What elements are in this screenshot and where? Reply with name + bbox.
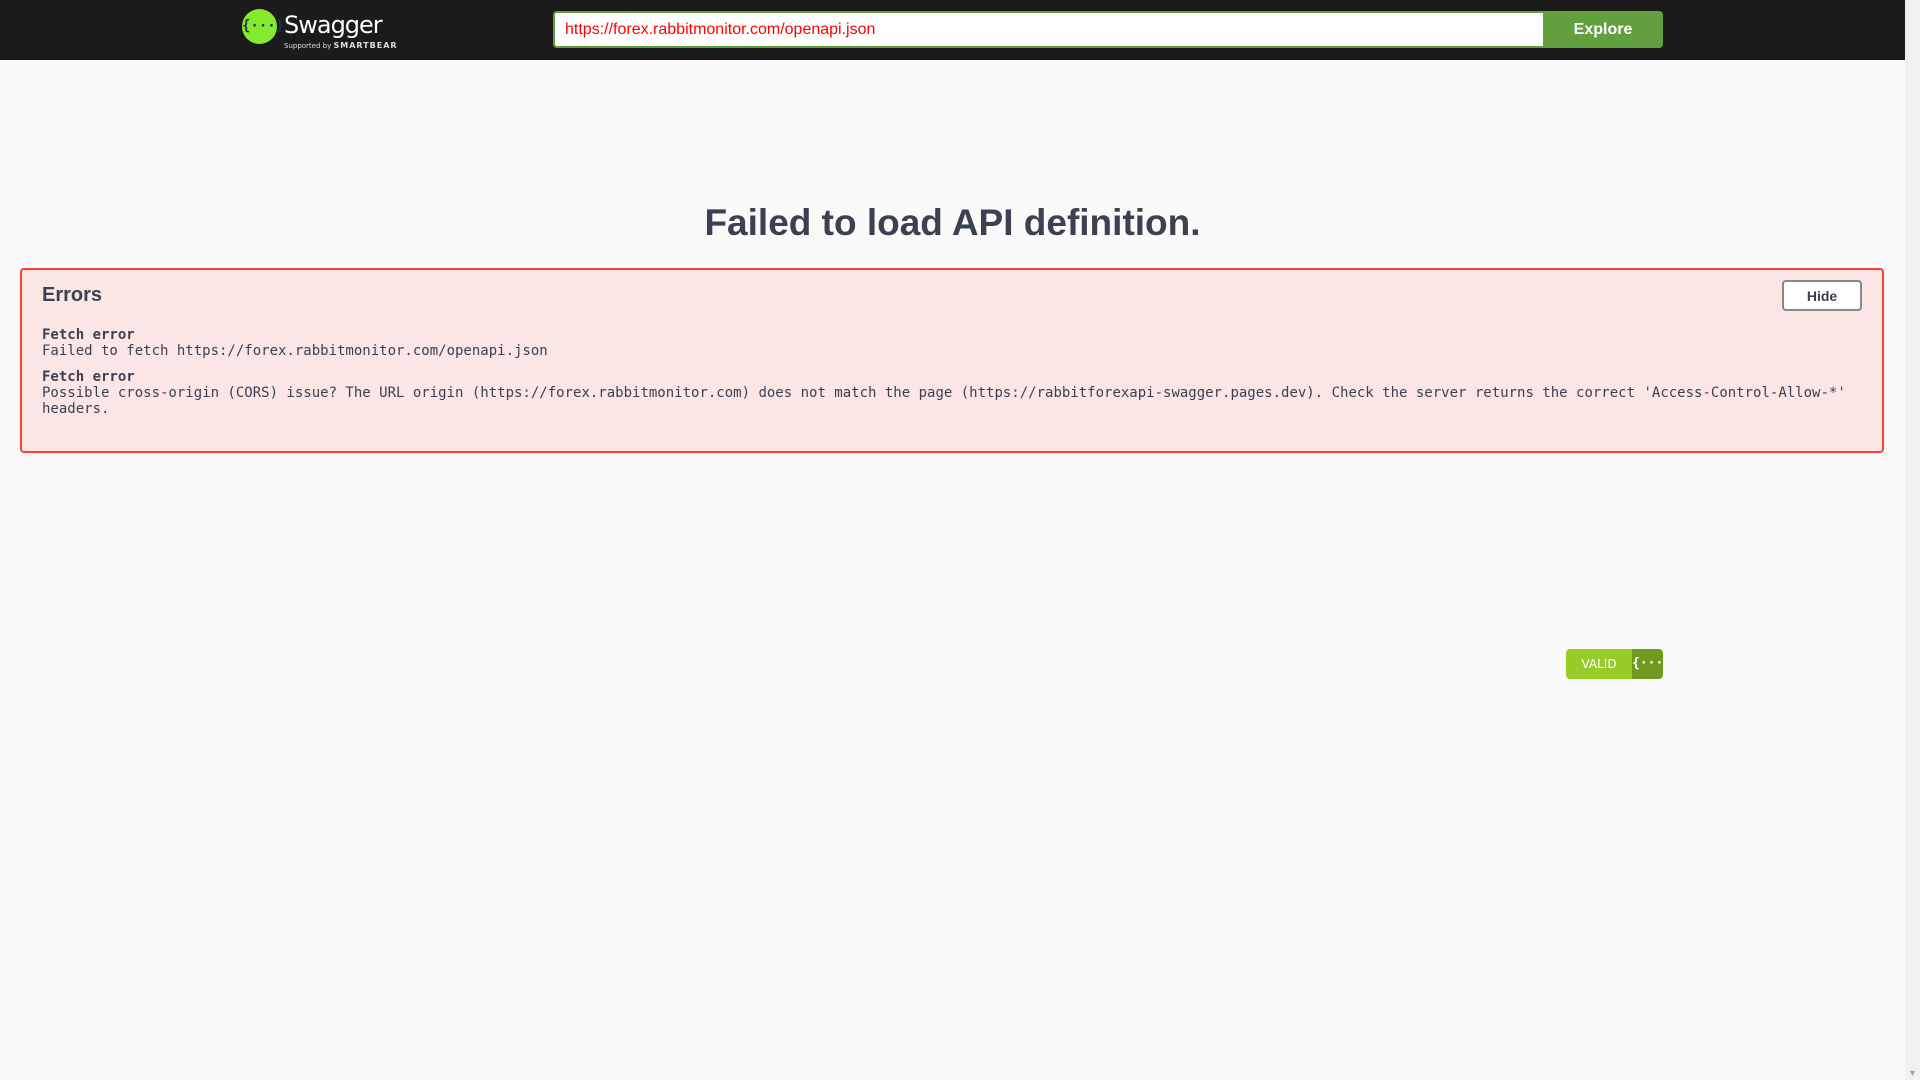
swagger-logo-icon: {···} (242, 9, 284, 44)
error-message: Failed to fetch https://forex.rabbitmoni… (42, 343, 548, 359)
hide-button[interactable]: Hide (1782, 280, 1862, 311)
explore-button[interactable]: Explore (1543, 11, 1663, 48)
valid-label: VALID (1566, 649, 1632, 679)
error-message: Possible cross-origin (CORS) issue? The … (42, 385, 1846, 417)
top-bar: {···} Swagger Supported by SMARTBEAR Exp… (0, 0, 1905, 60)
page-title: Failed to load API definition. (704, 202, 1201, 243)
url-input[interactable] (553, 11, 1553, 48)
swagger-logo[interactable]: {···} Swagger Supported by SMARTBEAR (242, 9, 397, 51)
logo-text: Swagger (284, 11, 383, 39)
logo-subtitle: Supported by SMARTBEAR (284, 41, 398, 50)
scrollbar[interactable]: ▼ (1905, 0, 1920, 1080)
error-title: Fetch error (42, 327, 135, 343)
error-item: Fetch error Possible cross-origin (CORS)… (42, 369, 1872, 417)
validator-badge[interactable]: VALID {···} (1566, 649, 1663, 679)
braces-icon: {···} (1632, 649, 1663, 679)
logo-sub-2: SMARTBEAR (333, 41, 398, 50)
errors-heading: Errors (42, 284, 103, 306)
error-item: Fetch error Failed to fetch https://fore… (42, 327, 1872, 359)
errors-panel: Errors Hide Fetch error Failed to fetch … (20, 268, 1884, 453)
scroll-down-arrow-icon[interactable]: ▼ (1908, 1068, 1917, 1078)
logo-sub-1: Supported by (284, 42, 332, 50)
error-title: Fetch error (42, 369, 135, 385)
